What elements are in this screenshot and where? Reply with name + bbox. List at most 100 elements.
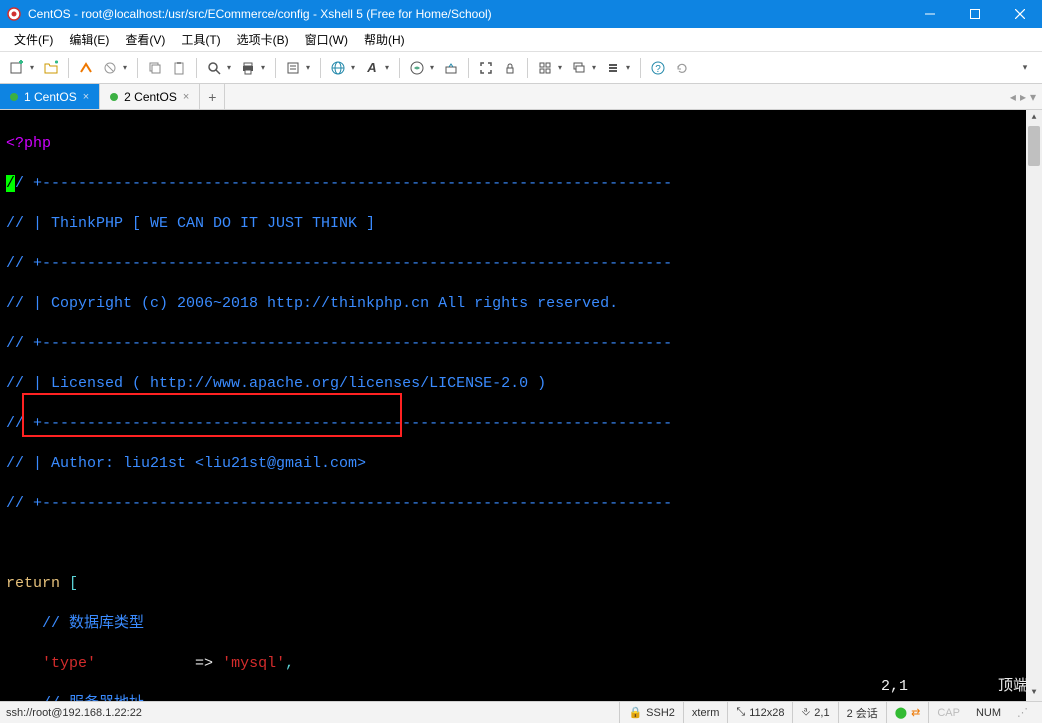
scrollbar[interactable]: ▲ ▼	[1026, 110, 1042, 701]
value: 'mysql'	[222, 655, 285, 672]
status-dot-icon	[110, 93, 118, 101]
window-titlebar: CentOS - root@localhost:/usr/src/ECommer…	[0, 0, 1042, 28]
menu-edit[interactable]: 编辑(E)	[61, 28, 117, 51]
menu-window[interactable]: 窗口(W)	[297, 28, 356, 51]
menu-tools[interactable]: 工具(T)	[173, 28, 228, 51]
dropdown-icon[interactable]: ▾	[351, 63, 359, 72]
status-connection: ssh://root@192.168.1.22:22	[6, 707, 619, 719]
scroll-up-icon[interactable]: ▲	[1026, 110, 1042, 126]
scroll-down-icon[interactable]: ▼	[1026, 685, 1042, 701]
maximize-button[interactable]	[952, 0, 997, 28]
cursor: /	[6, 175, 15, 192]
tab-new-button[interactable]: +	[200, 84, 225, 109]
refresh-icon[interactable]	[671, 57, 693, 79]
paste-icon[interactable]	[168, 57, 190, 79]
tab-close-icon[interactable]: ×	[183, 91, 189, 103]
cascade-icon[interactable]	[568, 57, 590, 79]
window-title: CentOS - root@localhost:/usr/src/ECommer…	[28, 7, 907, 21]
menubar: 文件(F) 编辑(E) 查看(V) 工具(T) 选项卡(B) 窗口(W) 帮助(…	[0, 28, 1042, 52]
toolbar: ▾ ▾ ▾ ▾ ▾ ▾ A ▾ ▾ ▾ ▾ ▾ ? ▾	[0, 52, 1042, 84]
help-icon[interactable]: ?	[647, 57, 669, 79]
list-icon[interactable]	[602, 57, 624, 79]
dropdown-icon[interactable]: ▾	[227, 63, 235, 72]
status-cap: CAP	[928, 702, 968, 723]
dropdown-icon[interactable]: ▾	[123, 63, 131, 72]
separator	[320, 58, 321, 78]
tab-prev-icon[interactable]: ◂	[1010, 90, 1016, 104]
status-pos: ⎀2,1	[792, 702, 837, 723]
copy-icon[interactable]	[144, 57, 166, 79]
connect-icon[interactable]	[75, 57, 97, 79]
resize-grip-icon[interactable]: ⋰	[1009, 702, 1036, 723]
minimize-button[interactable]	[907, 0, 952, 28]
new-session-icon[interactable]	[6, 57, 28, 79]
cursor-position: 2,1	[881, 677, 908, 697]
toolbar-overflow-icon[interactable]: ▾	[1014, 57, 1036, 79]
dropdown-icon[interactable]: ▾	[430, 63, 438, 72]
comment: // | Licensed ( http://www.apache.org/li…	[6, 374, 1036, 394]
status-sessions: 2 会话	[838, 702, 886, 723]
status-bar: ssh://root@192.168.1.22:22 🔒SSH2 xterm ⤡…	[0, 701, 1042, 723]
dropdown-icon[interactable]: ▾	[306, 63, 314, 72]
tab-close-icon[interactable]: ×	[83, 91, 89, 103]
menu-file[interactable]: 文件(F)	[6, 28, 61, 51]
menu-help[interactable]: 帮助(H)	[356, 28, 413, 51]
dropdown-icon[interactable]: ▾	[30, 63, 38, 72]
dropdown-icon[interactable]: ▾	[558, 63, 566, 72]
separator	[468, 58, 469, 78]
tab-bar: 1 CentOS × 2 CentOS × + ◂ ▸ ▾	[0, 84, 1042, 110]
script-icon[interactable]	[406, 57, 428, 79]
separator	[68, 58, 69, 78]
app-icon	[6, 6, 22, 22]
transfer-icon[interactable]	[440, 57, 462, 79]
separator	[275, 58, 276, 78]
status-connect-icon: ⬤⇄	[886, 702, 929, 723]
comment: // | Author: liu21st <liu21st@gmail.com>	[6, 454, 1036, 474]
separator	[399, 58, 400, 78]
properties-icon[interactable]	[282, 57, 304, 79]
comment: // +------------------------------------…	[6, 334, 1036, 354]
status-ssh: 🔒SSH2	[619, 702, 682, 723]
dropdown-icon[interactable]: ▾	[626, 63, 634, 72]
keyword: return	[6, 575, 69, 592]
close-button[interactable]	[997, 0, 1042, 28]
status-size: ⤡112x28	[727, 702, 792, 723]
status-term: xterm	[683, 702, 728, 723]
tab-centos-1[interactable]: 1 CentOS ×	[0, 84, 100, 109]
position-label: 顶端	[998, 677, 1028, 697]
search-icon[interactable]	[203, 57, 225, 79]
tile-icon[interactable]	[534, 57, 556, 79]
disconnect-icon[interactable]	[99, 57, 121, 79]
separator	[527, 58, 528, 78]
fullscreen-icon[interactable]	[475, 57, 497, 79]
print-icon[interactable]	[237, 57, 259, 79]
dropdown-icon[interactable]: ▾	[592, 63, 600, 72]
comment: // +------------------------------------…	[6, 254, 1036, 274]
tab-nav: ◂ ▸ ▾	[1004, 84, 1042, 109]
menu-view[interactable]: 查看(V)	[117, 28, 173, 51]
open-session-icon[interactable]	[40, 57, 62, 79]
tab-label: 1 CentOS	[24, 90, 77, 104]
status-num: NUM	[968, 702, 1009, 723]
terminal[interactable]: <?php // +------------------------------…	[0, 110, 1042, 701]
dropdown-icon[interactable]: ▾	[261, 63, 269, 72]
lock-icon: 🔒	[628, 706, 642, 719]
terminal-status: 2,1 顶端	[881, 677, 1028, 697]
tab-menu-icon[interactable]: ▾	[1030, 90, 1036, 104]
tab-next-icon[interactable]: ▸	[1020, 90, 1026, 104]
separator	[196, 58, 197, 78]
comment: // +------------------------------------…	[6, 494, 1036, 514]
tab-centos-2[interactable]: 2 CentOS ×	[100, 84, 200, 109]
globe-icon[interactable]	[327, 57, 349, 79]
svg-text:?: ?	[655, 64, 661, 75]
lock-icon[interactable]	[499, 57, 521, 79]
php-tag: <?php	[6, 135, 51, 152]
font-icon[interactable]: A	[361, 57, 383, 79]
menu-tab[interactable]: 选项卡(B)	[229, 28, 297, 51]
scroll-thumb[interactable]	[1028, 126, 1040, 166]
position-icon: ⎀	[801, 706, 810, 719]
tab-label: 2 CentOS	[124, 90, 177, 104]
comment: // | Copyright (c) 2006~2018 http://thin…	[6, 294, 1036, 314]
dropdown-icon[interactable]: ▾	[385, 63, 393, 72]
key: 'type'	[6, 655, 96, 672]
